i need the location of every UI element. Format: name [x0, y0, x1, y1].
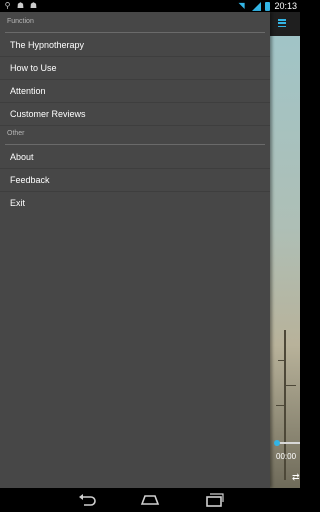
section-header-other: Other: [7, 130, 25, 137]
drawer-item-label: Customer Reviews: [10, 108, 86, 119]
drawer-item-label: Feedback: [10, 174, 50, 185]
playback-progress-thumb[interactable]: [274, 440, 280, 446]
tree-branch: [276, 405, 286, 406]
status-right-icons: ◥ 20:13: [238, 0, 297, 12]
drawer-item-label: The Hypnotherapy: [10, 39, 85, 50]
tree-branch: [278, 360, 286, 361]
section-header-function: Function: [7, 18, 34, 25]
tree-branch: [286, 385, 296, 386]
drawer-item-how-to-use[interactable]: How to Use: [0, 56, 270, 79]
drawer-item-the-hypnotherapy[interactable]: The Hypnotherapy: [0, 33, 270, 56]
status-clock: 20:13: [274, 1, 297, 11]
status-left-icons: ⚲ ☗ ☗: [3, 1, 38, 10]
drawer-item-about[interactable]: About: [0, 145, 270, 168]
drawer-item-label: Exit: [10, 197, 26, 208]
usb-icon: ⚲: [4, 1, 11, 10]
navigation-drawer: Function The Hypnotherapy How to Use Att…: [0, 12, 270, 488]
wifi-icon: ◥: [238, 1, 245, 10]
status-bar: ⚲ ☗ ☗ ◥ 20:13: [0, 0, 300, 12]
battery-icon: [265, 1, 271, 11]
drawer-item-label: About: [10, 151, 34, 162]
item-divider: [0, 125, 270, 126]
drawer-item-customer-reviews[interactable]: Customer Reviews: [0, 102, 270, 125]
android-icon: ☗: [16, 1, 25, 10]
repeat-icon[interactable]: ⇄: [292, 472, 300, 483]
drawer-item-label: Attention: [10, 85, 46, 96]
android-icon: ☗: [29, 1, 38, 10]
menu-icon[interactable]: [278, 19, 286, 27]
drawer-item-exit[interactable]: Exit: [0, 191, 270, 214]
back-icon[interactable]: [78, 493, 96, 507]
drawer-item-feedback[interactable]: Feedback: [0, 168, 270, 191]
drawer-item-label: How to Use: [10, 62, 57, 73]
drawer-item-attention[interactable]: Attention: [0, 79, 270, 102]
signal-icon: [252, 1, 262, 11]
recent-apps-icon[interactable]: [206, 493, 224, 507]
playback-time: 00:00: [276, 452, 297, 461]
system-nav-bar: [0, 488, 300, 512]
home-icon[interactable]: [140, 493, 160, 507]
